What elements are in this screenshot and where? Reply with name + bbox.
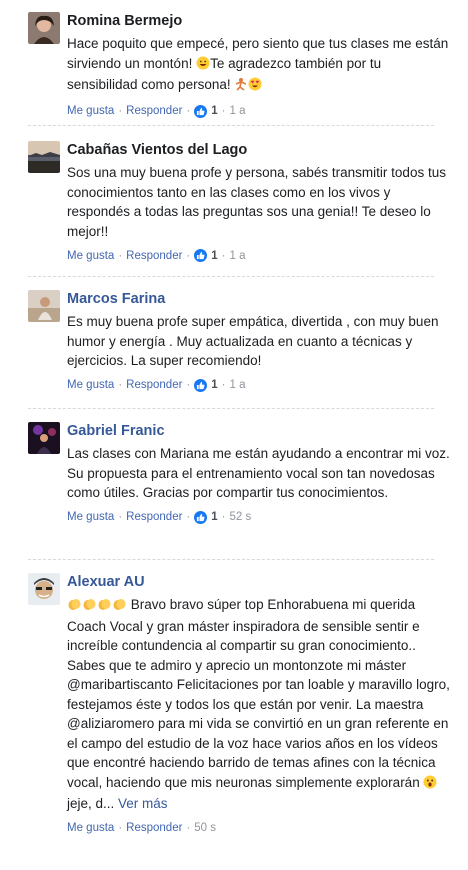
avatar[interactable] — [28, 12, 60, 44]
comment-author[interactable]: Romina Bermejo — [67, 12, 454, 30]
reply-button[interactable]: Responder — [126, 379, 182, 391]
like-button[interactable]: Me gusta — [67, 822, 114, 834]
timestamp[interactable]: 52 s — [230, 511, 252, 523]
thumbs-up-icon[interactable] — [194, 249, 208, 262]
reaction-count[interactable]: 1 — [211, 250, 217, 262]
comment-author[interactable]: Cabañas Vientos del Lago — [67, 141, 454, 159]
reply-button[interactable]: Responder — [126, 822, 182, 834]
astonished-face-icon — [423, 775, 437, 795]
reaction-count[interactable]: 1 — [211, 511, 217, 523]
thumbs-up-icon[interactable] — [194, 378, 208, 392]
avatar[interactable] — [28, 573, 60, 605]
timestamp[interactable]: 1 a — [230, 250, 246, 262]
comment-text: Sos una muy buena profe y persona, sabés… — [67, 165, 446, 239]
reaction-count[interactable]: 1 — [211, 379, 217, 391]
thumbs-up-icon[interactable] — [194, 510, 208, 524]
timestamp[interactable]: 1 a — [230, 105, 246, 117]
comment-author[interactable]: Marcos Farina — [67, 290, 454, 308]
dancer-icon — [234, 77, 248, 97]
reply-button[interactable]: Responder — [126, 105, 182, 117]
divider — [28, 276, 434, 277]
comment-actions: Me gusta · Responder · 1 · 1 a — [67, 378, 246, 392]
comment-text: Las clases con Mariana me están ayudando… — [67, 446, 450, 500]
timestamp[interactable]: 1 a — [230, 379, 246, 391]
divider — [28, 408, 434, 409]
like-button[interactable]: Me gusta — [67, 105, 114, 117]
comment-text: Es muy buena profe super empática, diver… — [67, 314, 439, 368]
comment-actions: Me gusta · Responder · 1 · 1 a — [67, 249, 246, 262]
thumbs-up-icon[interactable] — [194, 104, 208, 118]
grinning-face-icon — [196, 56, 210, 76]
like-button[interactable]: Me gusta — [67, 511, 114, 523]
comment-actions: Me gusta · Responder · 1 · 52 s — [67, 510, 252, 524]
avatar[interactable] — [28, 422, 60, 454]
clapping-hands-icon — [112, 597, 127, 617]
divider — [28, 559, 434, 560]
reply-button[interactable]: Responder — [126, 511, 182, 523]
clapping-hands-icon — [82, 597, 97, 617]
comment-author[interactable]: Alexuar AU — [67, 573, 454, 591]
timestamp[interactable]: 50 s — [194, 822, 216, 834]
like-button[interactable]: Me gusta — [67, 379, 114, 391]
comment-text: Bravo bravo súper top Enhorabuena mi que… — [67, 597, 450, 811]
heart-eyes-face-icon — [248, 77, 262, 97]
avatar[interactable] — [28, 141, 60, 173]
reply-button[interactable]: Responder — [126, 250, 182, 262]
clapping-hands-icon — [67, 597, 82, 617]
see-more-link[interactable]: Ver más — [118, 796, 168, 811]
like-button[interactable]: Me gusta — [67, 250, 114, 262]
reaction-count[interactable]: 1 — [211, 105, 217, 117]
clapping-hands-icon — [97, 597, 112, 617]
comment-actions: Me gusta · Responder · 50 s — [67, 821, 217, 834]
divider — [28, 125, 434, 126]
comment-text: Hace poquito que empecé, pero siento que… — [67, 34, 454, 97]
avatar[interactable] — [28, 290, 60, 322]
comment-author[interactable]: Gabriel Franic — [67, 422, 454, 440]
comment-actions: Me gusta · Responder · 1 · 1 a — [67, 104, 246, 118]
